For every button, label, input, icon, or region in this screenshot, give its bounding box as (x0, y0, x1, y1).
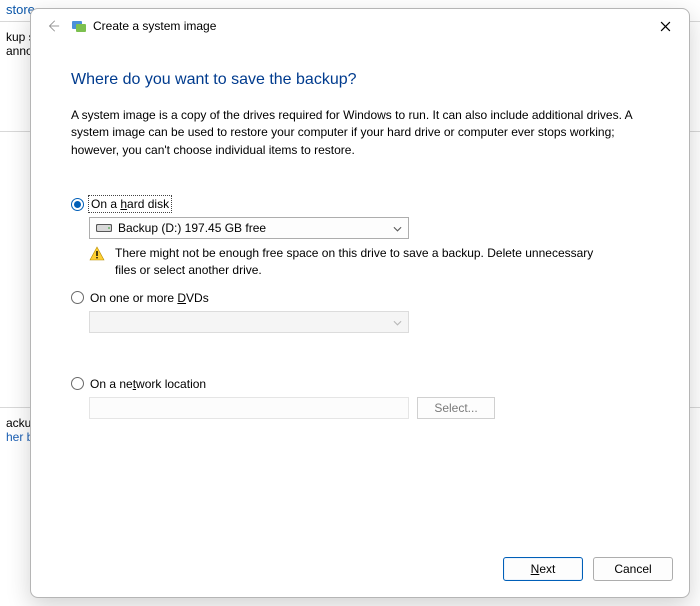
back-button[interactable] (41, 14, 65, 38)
dialog-titlebar: Create a system image (31, 9, 689, 43)
warning-icon (89, 246, 105, 279)
hard-disk-selection: Backup (D:) 197.45 GB free (118, 221, 266, 235)
radio-dvd-label[interactable]: On one or more DVDs (90, 291, 209, 305)
network-location-input (89, 397, 409, 419)
hard-disk-dropdown[interactable]: Backup (D:) 197.45 GB free (89, 217, 409, 239)
back-arrow-icon (46, 19, 60, 33)
radio-network-label[interactable]: On a network location (90, 377, 206, 391)
warning-text: There might not be enough free space on … (115, 245, 609, 279)
option-hard-disk: On a hard disk Backup (D:) 197.45 GB fre… (71, 197, 657, 279)
close-button[interactable] (645, 12, 685, 40)
hard-drive-icon (96, 223, 112, 233)
dialog-footer: Next Cancel (31, 549, 689, 597)
create-system-image-dialog: Create a system image Where do you want … (30, 8, 690, 598)
radio-network[interactable] (71, 377, 84, 390)
chevron-down-icon (389, 221, 405, 235)
radio-hard-disk-label[interactable]: On a hard disk (90, 197, 170, 211)
dialog-title: Create a system image (93, 19, 216, 33)
chevron-down-icon (389, 315, 405, 329)
cancel-button[interactable]: Cancel (593, 557, 673, 581)
option-dvd: On one or more DVDs (71, 291, 657, 365)
system-image-icon (71, 18, 87, 34)
dialog-content: Where do you want to save the backup? A … (31, 43, 689, 549)
page-description: A system image is a copy of the drives r… (71, 107, 657, 159)
warning-row: There might not be enough free space on … (89, 245, 609, 279)
radio-hard-disk[interactable] (71, 198, 84, 211)
option-network: On a network location Select... (71, 377, 657, 419)
close-icon (660, 21, 671, 32)
next-button[interactable]: Next (503, 557, 583, 581)
dvd-dropdown (89, 311, 409, 333)
radio-dvd[interactable] (71, 291, 84, 304)
select-network-button: Select... (417, 397, 495, 419)
page-heading: Where do you want to save the backup? (71, 71, 657, 89)
